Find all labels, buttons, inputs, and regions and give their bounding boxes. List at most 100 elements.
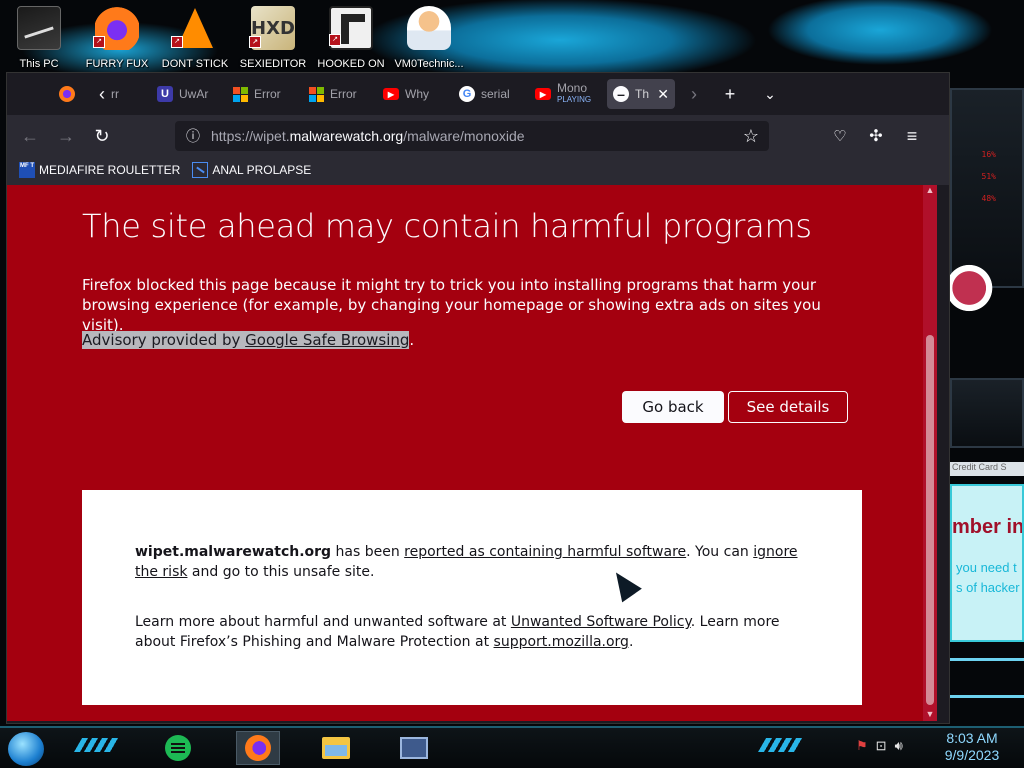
tab-scroll-left[interactable]: ‹ rr xyxy=(99,79,139,109)
forward-button[interactable]: → xyxy=(51,121,81,151)
text-fragment: has been xyxy=(331,544,405,560)
tab-error-1[interactable]: Error xyxy=(233,79,295,109)
url-path: /malware/monoxide xyxy=(403,128,525,144)
address-bar[interactable]: ⓘ https://wipet.malwarewatch.org/malware… xyxy=(175,121,769,151)
desktop-icon-dont-stick[interactable]: ↗ DONT STICK xyxy=(158,6,232,76)
site-info-icon[interactable]: ⓘ xyxy=(175,126,211,146)
disk-stat: 48% xyxy=(981,194,996,203)
network-icon[interactable]: ⊡ xyxy=(876,738,887,754)
bookmark-label: MEDIAFIRE ROULETTER xyxy=(39,163,181,177)
bookmark-second[interactable]: ANAL PROLAPSE xyxy=(192,162,311,178)
pocket-button[interactable]: ♡ xyxy=(825,121,855,151)
tab-uwa[interactable]: U UwAr xyxy=(157,79,219,109)
tab-scroll-right[interactable]: › xyxy=(679,79,709,109)
arrow-right-icon: → xyxy=(57,125,75,146)
chevron-down-icon: ⌄ xyxy=(764,85,776,102)
bookmarks-toolbar: MF T MEDIAFIRE ROULETTER ANAL PROLAPSE xyxy=(7,155,949,185)
plus-icon: + xyxy=(724,83,736,104)
computer-icon xyxy=(17,6,61,50)
safe-browsing-link[interactable]: Google Safe Browsing xyxy=(245,331,409,349)
hxd-icon: HXD ↗ xyxy=(249,6,295,50)
desktop-icon-vm0technic[interactable]: VM0Technic... xyxy=(392,6,466,76)
go-back-button[interactable]: Go back xyxy=(622,391,724,423)
taskbar-firefox[interactable] xyxy=(236,731,280,765)
background-window: mber in you need t s of hacker xyxy=(950,484,1024,642)
page-scrollbar[interactable]: ▲ ▼ xyxy=(923,185,937,721)
tab-error-2[interactable]: Error xyxy=(309,79,371,109)
microsoft-icon xyxy=(233,86,248,102)
control-panel-icon xyxy=(400,737,428,759)
firefox-window: ‹ rr U UwAr Error Error ▶ Why G serial ▶… xyxy=(6,72,950,724)
new-tab-button[interactable]: + xyxy=(715,79,745,109)
details-panel: wipet.malwarewatch.org has been reported… xyxy=(82,490,862,705)
app-menu-button[interactable]: ≡ xyxy=(897,121,927,151)
back-button[interactable]: ← xyxy=(15,121,45,151)
chevron-right-icon: › xyxy=(691,83,697,104)
chevron-left-icon: ‹ xyxy=(99,83,105,104)
volume-icon[interactable]: 🔊︎ xyxy=(895,738,903,754)
arrow-left-icon: ← xyxy=(21,125,39,146)
blocked-icon: – xyxy=(613,86,629,102)
unwanted-software-policy-link[interactable]: Unwanted Software Policy xyxy=(511,614,691,630)
bookmark-label: ANAL PROLAPSE xyxy=(212,163,312,177)
bookmark-star-icon[interactable]: ☆ xyxy=(739,124,763,148)
taskbar-decoration xyxy=(73,738,121,752)
tab-youtube-why[interactable]: ▶ Why xyxy=(383,79,445,109)
page-title: The site ahead may contain harmful progr… xyxy=(82,207,812,245)
reload-button[interactable]: ↻ xyxy=(87,121,117,151)
desktop-icon-label: DONT STICK xyxy=(161,58,229,70)
bookmark-mediafire[interactable]: MF T MEDIAFIRE ROULETTER xyxy=(19,162,180,178)
advisory-prefix: Advisory provided by xyxy=(82,331,246,349)
wallpaper-art xyxy=(950,258,998,318)
navigation-toolbar: ← → ↻ ⓘ https://wipet.malwarewatch.org/m… xyxy=(7,115,949,155)
tab-youtube-mono[interactable]: ▶ Mono PLAYING xyxy=(535,79,597,109)
scroll-down-icon[interactable]: ▼ xyxy=(923,709,937,721)
pocket-icon: ♡ xyxy=(833,128,847,145)
taskbar-spotify[interactable] xyxy=(156,731,200,765)
hooked-icon: ↗ xyxy=(329,6,373,50)
tab-google-serial[interactable]: G serial xyxy=(459,79,525,109)
extensions-button[interactable]: ✣ xyxy=(861,121,891,151)
system-tray: ⚑ ⊡ 🔊︎ xyxy=(856,738,903,754)
tab-playing-label: PLAYING xyxy=(557,95,592,104)
start-button[interactable] xyxy=(8,732,44,766)
google-icon: G xyxy=(459,86,475,102)
background-window-title: Credit Card S xyxy=(950,462,1024,476)
desktop-icon-label: FURRY FUX xyxy=(85,58,149,70)
puzzle-icon: ✣ xyxy=(869,128,883,145)
vlc-icon: ↗ xyxy=(171,6,217,50)
url-prefix: https://wipet. xyxy=(211,128,290,144)
scrollbar-thumb[interactable] xyxy=(926,335,934,705)
taskbar: ⚑ ⊡ 🔊︎ 8:03 AM 9/9/2023 xyxy=(0,726,1024,768)
doctor-icon xyxy=(407,6,451,50)
text-fragment: . xyxy=(628,634,634,650)
text-fragment: Learn more about harmful and unwanted so… xyxy=(135,614,511,630)
scroll-up-icon[interactable]: ▲ xyxy=(923,185,937,197)
details-learn-text: Learn more about harmful and unwanted so… xyxy=(135,612,815,652)
close-icon[interactable]: ✕ xyxy=(657,86,669,103)
firefox-menu-icon[interactable] xyxy=(59,79,81,109)
desktop-icon-sexieditor[interactable]: HXD ↗ SEXIEDITOR xyxy=(236,6,310,76)
tab-title: Error xyxy=(254,87,281,101)
clock-time: 8:03 AM xyxy=(946,730,998,746)
tab-title: UwAr xyxy=(179,87,209,101)
desktop-icon-hooked-on[interactable]: ↗ HOOKED ON xyxy=(314,6,388,76)
see-details-button[interactable]: See details xyxy=(728,391,848,423)
taskbar-clock[interactable]: 8:03 AM 9/9/2023 xyxy=(936,730,1008,764)
tab-title: serial xyxy=(481,87,510,101)
details-report-text: wipet.malwarewatch.org has been reported… xyxy=(135,542,815,582)
taskbar-file-explorer[interactable] xyxy=(314,731,358,765)
tab-blocked-site[interactable]: – Th ✕ xyxy=(607,79,675,109)
support-mozilla-link[interactable]: support.mozilla.org xyxy=(494,634,629,650)
reported-link[interactable]: reported as containing harmful software xyxy=(404,544,686,560)
url-domain: malwarewatch.org xyxy=(289,128,404,144)
desktop-icon-this-pc[interactable]: This PC xyxy=(2,6,76,76)
action-center-icon[interactable]: ⚑ xyxy=(856,738,868,754)
desktop-icon-furry-fux[interactable]: ↗ FURRY FUX xyxy=(80,6,154,76)
desktop-icon-label: SEXIEDITOR xyxy=(239,58,307,70)
taskbar-control-panel[interactable] xyxy=(392,731,436,765)
microsoft-icon xyxy=(309,86,324,102)
list-tabs-button[interactable]: ⌄ xyxy=(755,79,785,109)
tab-strip: ‹ rr U UwAr Error Error ▶ Why G serial ▶… xyxy=(7,73,949,115)
url-text: https://wipet.malwarewatch.org/malware/m… xyxy=(211,128,525,144)
